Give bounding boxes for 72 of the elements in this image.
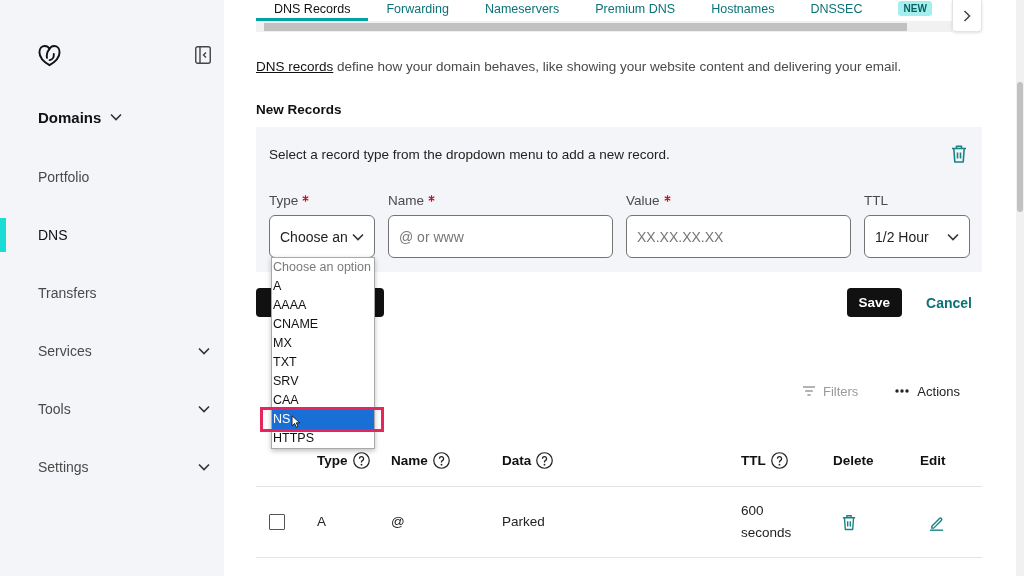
column-header: Edit [920,453,946,468]
scrollbar-thumb[interactable] [1017,82,1023,212]
table-cell-text: A [317,513,326,531]
dropdown-field[interactable]: 1/2 Hour [864,215,970,258]
logo-icon[interactable] [38,43,61,67]
chevron-down-icon [110,113,123,121]
column-header: TTL [741,453,766,468]
trash-icon[interactable] [951,145,967,163]
dropdown-option[interactable]: SRV [272,372,374,391]
dropdown-option[interactable]: CAA [272,391,374,410]
cursor-icon [291,415,301,428]
trash-icon[interactable] [842,513,856,531]
description-text: DNS records define how your domain behaves, like showing your website content and delivering your email. [256,58,903,76]
column-header: Type [317,453,348,468]
tab[interactable]: Premium DNS [577,0,694,21]
dropdown-option[interactable]: MX [272,334,374,353]
more-dots-icon [895,389,910,393]
dropdown-option[interactable]: AAAA [272,296,374,315]
scrollbar-thumb[interactable] [264,22,907,31]
column-header: Name [391,453,428,468]
scrollbar-track[interactable] [256,21,952,32]
chevron-down-icon [198,463,210,471]
dns-records-link[interactable]: DNS records [256,59,334,74]
field-label: Name [388,192,424,210]
filter-icon [802,386,815,396]
input-field[interactable]: XX.XX.XX.XX [626,215,851,258]
table-cell-text: 600 seconds [741,502,793,542]
help-icon[interactable] [536,452,554,469]
cancel-link[interactable]: Cancel [926,294,972,311]
tab-badge[interactable]: NEW [898,1,932,16]
dropdown-option[interactable]: HTTPS [272,429,374,448]
tab[interactable]: Forwarding [368,0,467,21]
field-label: Value [626,192,660,210]
chevron-right-icon [963,9,971,22]
help-icon[interactable] [432,452,450,469]
dropdown-option[interactable]: CNAME [272,315,374,334]
dropdown-option[interactable]: TXT [272,353,374,372]
scrollbar-track[interactable] [1016,0,1024,576]
dropdown-option[interactable]: A [272,277,374,296]
scroll-right-button[interactable] [952,0,982,32]
field-label: Type [269,192,299,210]
sidebar-item[interactable]: Portfolio [0,148,224,206]
help-icon[interactable] [352,452,370,469]
section-header[interactable]: Domains [38,102,123,132]
table-cell-text: @ [391,513,405,531]
tab[interactable]: DNSSEC [792,0,881,21]
save-button[interactable]: Save [846,288,903,317]
table-cell-text: Parked [502,513,545,531]
dropdown-field[interactable]: Choose an [269,215,375,258]
actions-button[interactable]: Actions [895,383,960,399]
field-label: TTL [864,192,888,210]
chevron-down-icon [198,405,210,413]
tab[interactable]: Hostnames [693,0,793,21]
sidebar-item[interactable]: Settings [0,438,224,496]
input-field[interactable]: @ or www [388,215,613,258]
column-header: Delete [833,453,874,468]
hint-text: Select a record type from the dropdown menu to add a new record. [269,146,670,162]
sidebar-item[interactable]: Tools [0,380,224,438]
dropdown-option[interactable]: NS [272,410,374,429]
chevron-down-icon [352,232,364,241]
tab[interactable]: Nameservers [466,0,578,21]
sidebar-item[interactable]: DNS [0,206,224,264]
chevron-down-icon [947,232,959,241]
help-icon[interactable] [770,452,788,469]
column-header: Data [502,453,532,468]
sidebar-item[interactable]: Transfers [0,264,224,322]
sidebar-item[interactable]: Services [0,322,224,380]
chevron-down-icon [198,347,210,355]
checkbox[interactable] [269,514,285,530]
section-title: New Records [256,101,343,119]
sidebar-collapse-icon[interactable] [195,46,211,64]
dropdown-option[interactable]: Choose an option [272,258,374,277]
